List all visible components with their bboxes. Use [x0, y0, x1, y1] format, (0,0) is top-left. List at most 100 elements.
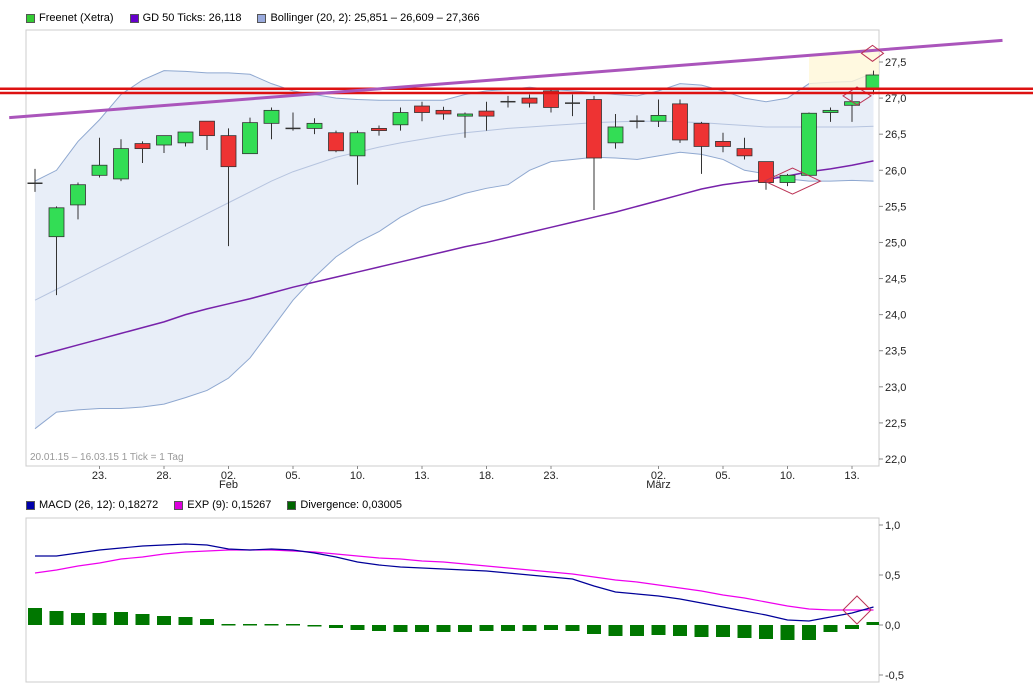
- divergence-bar: [157, 616, 171, 625]
- x-tick-label: 13.: [414, 470, 429, 482]
- divergence-bar: [458, 625, 472, 632]
- y-tick-label: 23,0: [885, 382, 906, 394]
- divergence-bar: [135, 614, 150, 625]
- y-tick-label: 25,5: [885, 201, 906, 213]
- x-tick-label: 23.: [92, 470, 107, 482]
- divergence-bar: [200, 619, 214, 625]
- candle-body: [70, 184, 86, 206]
- candle-body: [457, 113, 473, 117]
- candle-body: [586, 99, 602, 159]
- divergence-bar: [802, 625, 816, 640]
- candle-body: [672, 103, 688, 141]
- x-tick-sublabel: Feb: [219, 479, 238, 491]
- divergence-bar: [780, 625, 795, 640]
- divergence-bar: [845, 625, 859, 629]
- candle-body: [199, 120, 215, 137]
- divergence-bar: [49, 611, 64, 625]
- divergence-bar: [694, 625, 709, 637]
- divergence-bar: [92, 613, 107, 625]
- candle-body: [758, 161, 774, 183]
- divergence-bar: [286, 624, 300, 626]
- macd-plot-area: [25, 517, 880, 683]
- y-tick-label: 24,0: [885, 310, 906, 322]
- x-tick-label: 10.: [350, 470, 365, 482]
- divergence-bar: [28, 608, 42, 625]
- y-tick-label: 26,5: [885, 129, 906, 141]
- x-tick-label: 23.: [543, 470, 558, 482]
- divergence-bar: [71, 613, 85, 625]
- candle-body: [822, 109, 839, 113]
- divergence-bar: [673, 625, 687, 636]
- divergence-bar: [544, 625, 558, 630]
- divergence-bar: [716, 625, 730, 637]
- divergence-bar: [307, 625, 322, 627]
- divergence-bar: [501, 625, 515, 631]
- divergence-bar: [608, 625, 623, 636]
- divergence-bar: [759, 625, 773, 639]
- candle-body: [715, 140, 731, 147]
- candle: [672, 99, 688, 143]
- divergence-bar: [221, 624, 236, 626]
- y-tick-label: 25,0: [885, 237, 906, 249]
- y-tick-label: 27,0: [885, 93, 906, 105]
- candle-body: [156, 135, 172, 146]
- y-tick-label: 23,5: [885, 346, 906, 358]
- candle-body: [521, 97, 538, 104]
- candle-body: [263, 109, 280, 124]
- candle: [242, 117, 258, 155]
- divergence-bar: [565, 625, 580, 631]
- x-tick-label: 18.: [479, 470, 494, 482]
- candle-body: [113, 148, 129, 180]
- divergence-bar: [372, 625, 386, 631]
- divergence-bar: [350, 625, 365, 630]
- candle-body: [48, 207, 65, 238]
- candle-body: [328, 132, 344, 152]
- candle-body: [414, 105, 430, 113]
- divergence-bar: [630, 625, 644, 636]
- divergence-bar: [823, 625, 838, 632]
- candle-body: [349, 132, 366, 157]
- macd-y-tick-label: 1,0: [885, 520, 900, 532]
- candle-body: [736, 148, 753, 157]
- divergence-bar: [393, 625, 408, 632]
- divergence-bar: [479, 625, 494, 631]
- candle-body: [478, 110, 495, 117]
- y-tick-label: 27,5: [885, 57, 906, 69]
- x-tick-label: 10.: [780, 470, 795, 482]
- chart-info-text: 20.01.15 – 16.03.15 1 Tick = 1 Tag: [30, 452, 184, 463]
- candle-body: [801, 112, 817, 176]
- candle-body: [177, 131, 194, 144]
- x-tick-label: 05.: [285, 470, 300, 482]
- candle-body: [371, 128, 387, 131]
- candle-body: [392, 112, 409, 126]
- candle-body: [650, 115, 667, 122]
- divergence-bar: [329, 625, 343, 628]
- candle-body: [134, 143, 151, 150]
- divergence-bar: [436, 625, 451, 632]
- candle: [328, 130, 344, 153]
- candle-body: [607, 126, 624, 144]
- candle-body: [435, 109, 452, 115]
- candle-body: [242, 122, 258, 155]
- x-tick-sublabel: März: [646, 479, 670, 491]
- x-tick-label: 13.: [844, 470, 859, 482]
- divergence-bar: [866, 622, 879, 625]
- divergence-bar: [114, 612, 128, 625]
- y-tick-label: 22,5: [885, 418, 906, 430]
- divergence-bar: [264, 624, 279, 626]
- divergence-bar: [178, 617, 193, 625]
- divergence-bar: [737, 625, 752, 638]
- candle-body: [865, 74, 879, 90]
- candle-body: [693, 122, 710, 147]
- candle-body: [779, 174, 796, 183]
- macd-y-tick-label: 0,0: [885, 620, 900, 632]
- divergence-bar: [651, 625, 666, 635]
- macd-y-tick-label: 0,5: [885, 570, 900, 582]
- y-tick-label: 26,0: [885, 165, 906, 177]
- candle-body: [306, 122, 323, 129]
- stock-chart: 22,0 22,5 23,0 23,5 24,0 24,5 25,0 25,5 26,0 26,5…: [0, 29, 1033, 683]
- divergence-bar: [587, 625, 601, 634]
- divergence-bar: [415, 625, 429, 632]
- y-tick-label: 24,5: [885, 274, 906, 286]
- divergence-bar: [243, 624, 257, 626]
